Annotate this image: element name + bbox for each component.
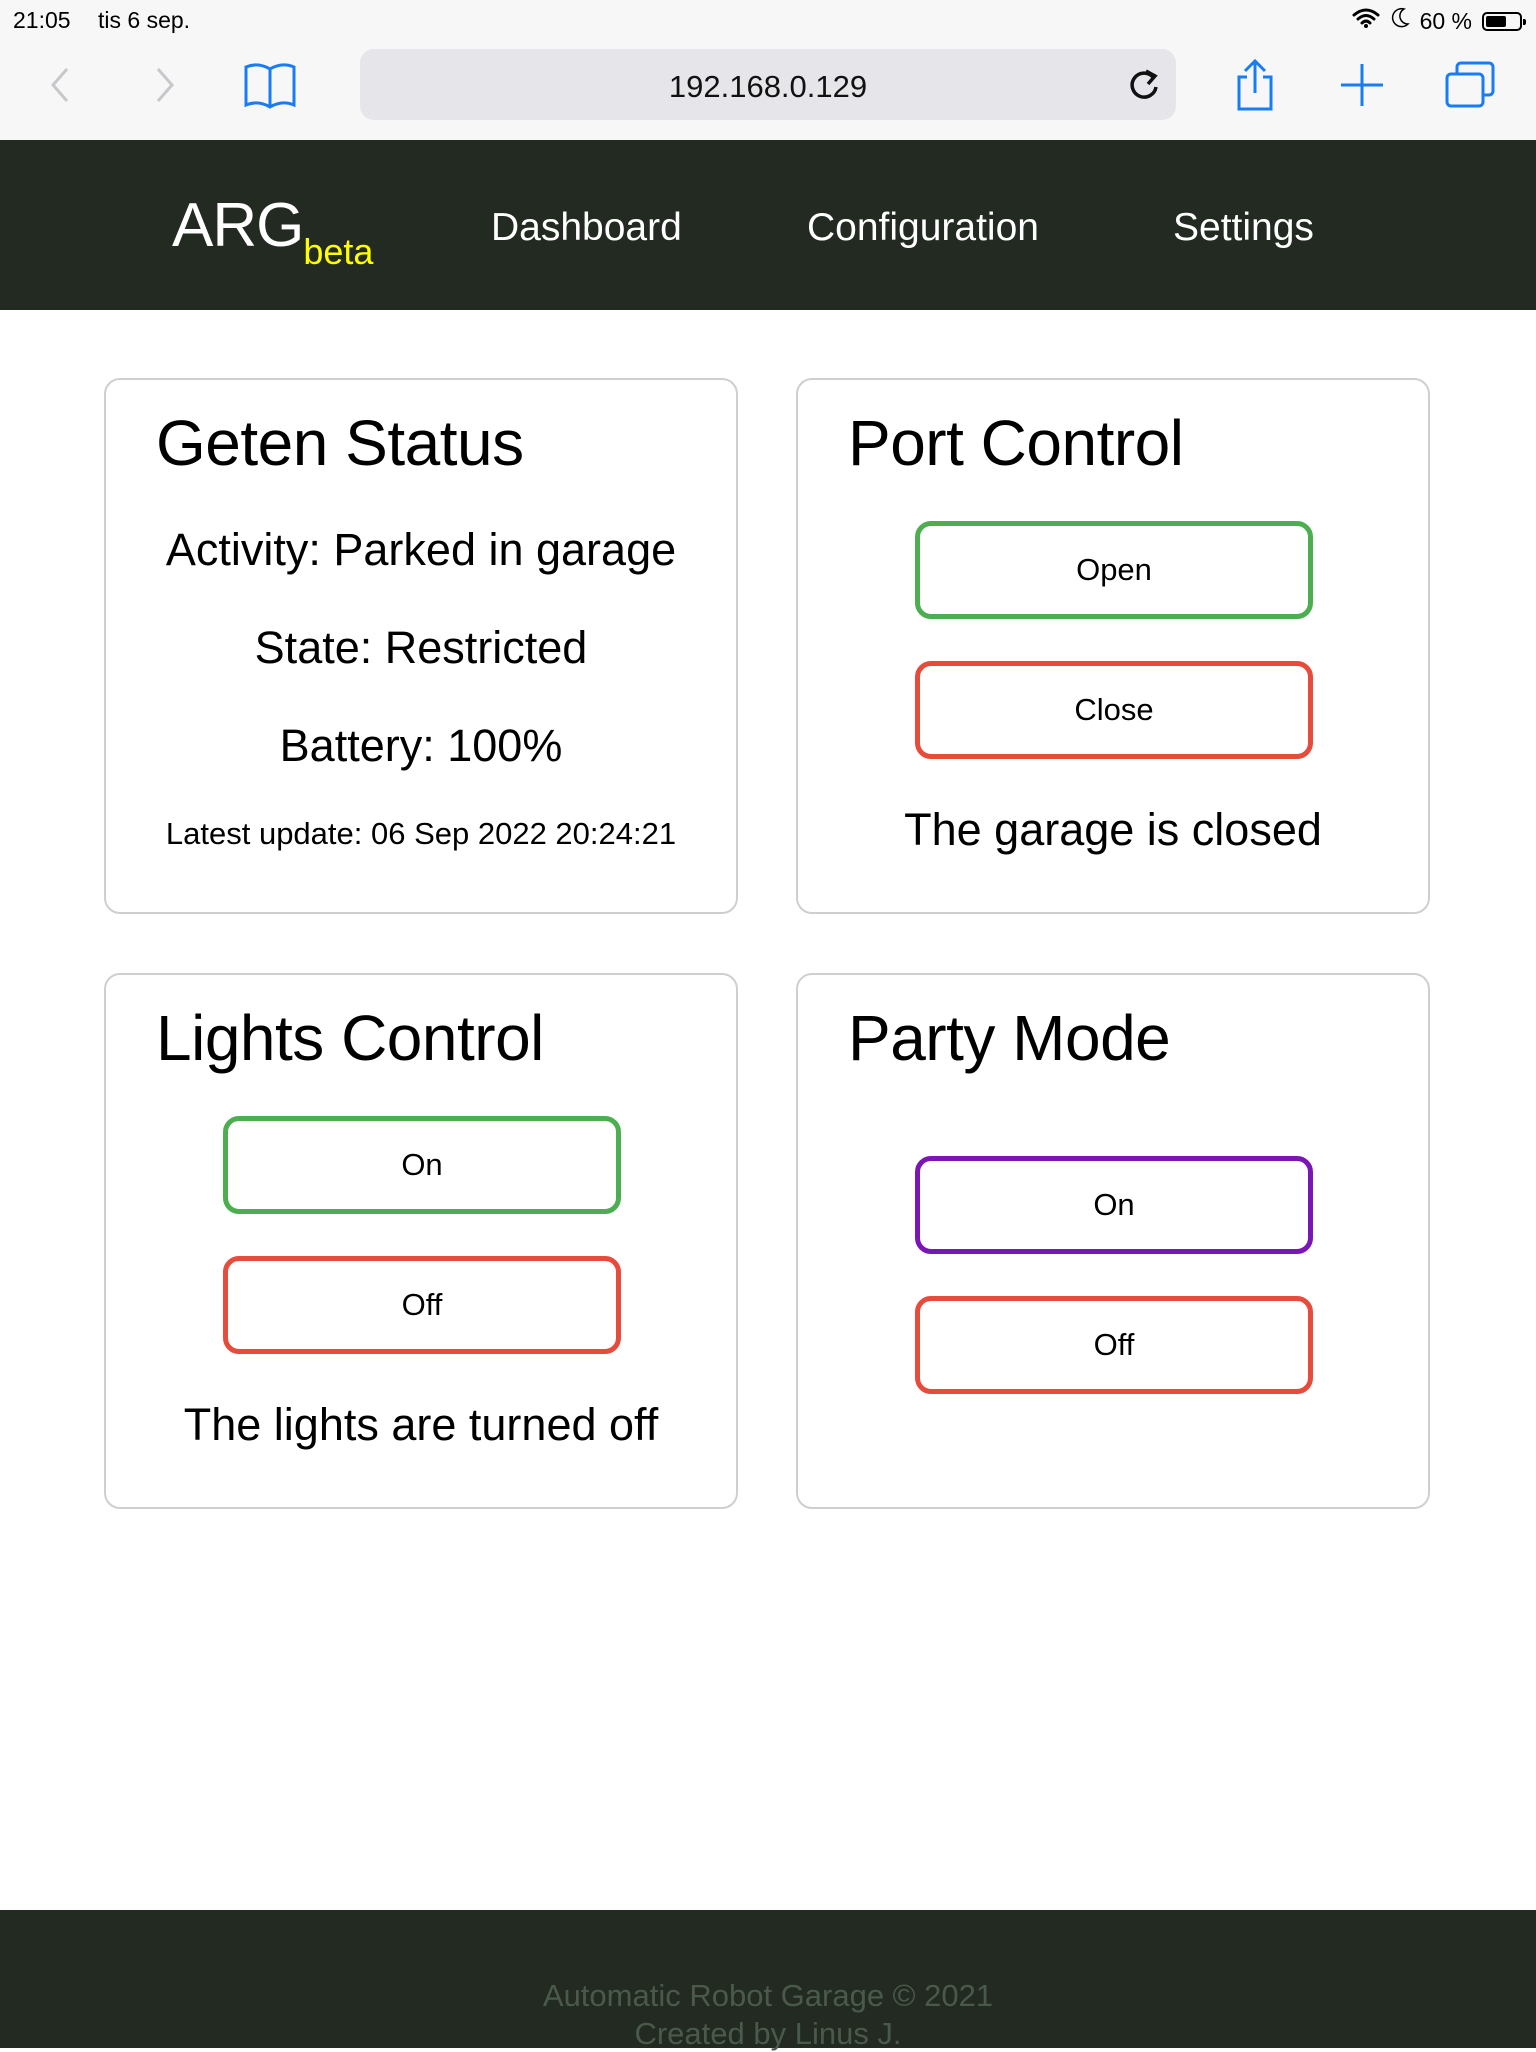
nav-link-configuration[interactable]: Configuration xyxy=(807,206,1039,250)
battery-text: Battery: 100% xyxy=(279,720,563,771)
site-navbar: ARGbeta Dashboard Configuration Settings xyxy=(0,140,1536,310)
status-time: 21:05 xyxy=(13,7,71,33)
status-card-title: Geten Status xyxy=(156,407,524,479)
port-open-button[interactable]: Open xyxy=(915,521,1313,619)
footer-copyright: Automatic Robot Garage © 2021 xyxy=(542,1978,994,2013)
status-card: Geten Status Activity: Parked in garage … xyxy=(104,378,738,914)
ios-status-bar: 21:05 tis 6 sep. 60 % xyxy=(0,0,1536,40)
port-close-button[interactable]: Close xyxy=(915,661,1313,759)
reload-icon[interactable] xyxy=(1126,65,1162,108)
footer-credit: Created by Linus J. xyxy=(634,2016,902,2051)
lights-on-button[interactable]: On xyxy=(223,1116,621,1214)
party-off-button[interactable]: Off xyxy=(915,1296,1313,1394)
port-control-title: Port Control xyxy=(848,407,1184,479)
battery-percentage: 60 % xyxy=(1419,7,1472,34)
nav-link-dashboard[interactable]: Dashboard xyxy=(491,206,682,250)
browser-toolbar: 192.168.0.129 xyxy=(0,40,1536,140)
party-on-button[interactable]: On xyxy=(915,1156,1313,1254)
lights-status-text: The lights are turned off xyxy=(183,1399,659,1450)
moon-icon xyxy=(1390,7,1410,35)
share-icon[interactable] xyxy=(1225,59,1285,111)
lights-off-button[interactable]: Off xyxy=(223,1256,621,1354)
url-text: 192.168.0.129 xyxy=(668,69,868,104)
state-text: State: Restricted xyxy=(254,622,588,673)
nav-link-settings[interactable]: Settings xyxy=(1173,206,1314,250)
activity-text: Activity: Parked in garage xyxy=(165,524,677,575)
back-chevron-icon[interactable] xyxy=(30,60,90,110)
address-bar[interactable]: 192.168.0.129 xyxy=(360,49,1176,120)
status-date: tis 6 sep. xyxy=(98,7,191,33)
brand-logo[interactable]: ARGbeta xyxy=(172,190,373,272)
garage-status-text: The garage is closed xyxy=(904,804,1322,855)
wifi-icon xyxy=(1352,7,1380,35)
port-control-card: Port Control Open Close The garage is cl… xyxy=(796,378,1430,914)
new-tab-plus-icon[interactable] xyxy=(1332,60,1392,110)
tabs-overview-icon[interactable] xyxy=(1440,60,1500,110)
party-mode-card: Party Mode On Off xyxy=(796,973,1430,1509)
lights-control-card: Lights Control On Off The lights are tur… xyxy=(104,973,738,1509)
forward-chevron-icon[interactable] xyxy=(135,60,195,110)
brand-beta-tag: beta xyxy=(303,231,374,272)
bookmarks-book-icon[interactable] xyxy=(240,60,300,110)
party-mode-title: Party Mode xyxy=(848,1002,1171,1074)
brand-name: ARG xyxy=(172,191,304,260)
lights-control-title: Lights Control xyxy=(156,1002,544,1074)
latest-update-text: Latest update: 06 Sep 2022 20:24:21 xyxy=(165,816,677,851)
status-right-group: 60 % xyxy=(1352,7,1526,35)
battery-icon xyxy=(1482,11,1526,31)
site-footer: Automatic Robot Garage © 2021 Created by… xyxy=(0,1910,1536,2051)
